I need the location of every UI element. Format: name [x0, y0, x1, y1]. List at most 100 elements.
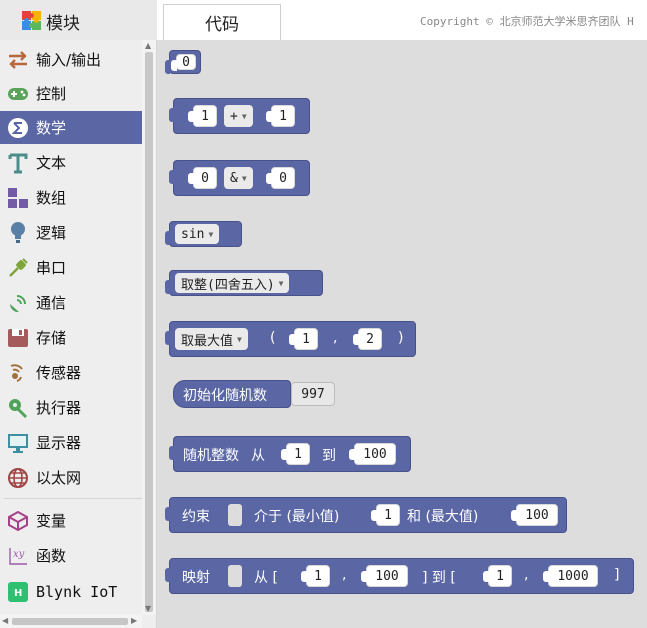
number-field[interactable]: 100 — [349, 443, 396, 465]
actuator-icon — [6, 396, 30, 420]
category-logic[interactable]: 逻辑 — [0, 216, 142, 249]
number-field[interactable]: 1 — [188, 105, 217, 127]
category-actuator[interactable]: 执行器 — [0, 391, 142, 424]
constrain-block[interactable]: 约束 介于 (最小值) 1 和 (最大值) 100 — [165, 497, 567, 533]
copyright-text: Copyright © 北京师范大学米思齐团队 H — [420, 15, 634, 28]
scroll-thumb[interactable] — [145, 52, 153, 612]
round-block[interactable]: 取整(四舍五入) ▼ — [165, 270, 323, 296]
number-field[interactable]: 1 — [281, 443, 310, 465]
trig-dropdown[interactable]: sin ▼ — [175, 224, 220, 244]
category-comm[interactable]: 通信 — [0, 286, 142, 319]
serial-plug-icon — [6, 256, 30, 280]
constrain-label: 约束 — [182, 509, 210, 525]
monitor-icon — [6, 431, 30, 455]
between-label: 介于 (最小值) — [254, 509, 340, 525]
category-ethernet[interactable]: 以太网 — [0, 461, 142, 494]
seed-field[interactable]: 997 — [291, 382, 335, 406]
scroll-left-icon[interactable]: ◀ — [2, 616, 8, 625]
category-storage[interactable]: 存储 — [0, 321, 142, 354]
variable-icon — [6, 509, 30, 533]
max-block[interactable]: 取最大值 ▼ ( 1 , 2 ) — [165, 321, 416, 357]
category-label: 数组 — [36, 189, 67, 207]
dropdown-arrow-icon: ▼ — [237, 334, 242, 344]
category-label: 变量 — [36, 512, 67, 530]
number-field[interactable]: 2 — [353, 328, 382, 350]
number-field[interactable]: 1000 — [543, 565, 598, 587]
randint-label: 随机整数 — [183, 448, 239, 464]
number-field[interactable]: 0 — [266, 167, 295, 189]
to-label: 到 — [322, 448, 336, 464]
tab-bar: 代码 Copyright © 北京师范大学米思齐团队 H — [157, 0, 647, 40]
category-math[interactable]: 数学 — [0, 111, 142, 144]
swap-arrows-icon — [6, 48, 30, 72]
tab-code[interactable]: 代码 — [163, 4, 281, 40]
category-label: 通信 — [36, 294, 67, 312]
number-field[interactable]: 100 — [511, 504, 558, 526]
value-slot[interactable] — [228, 565, 242, 587]
array-blocks-icon — [6, 186, 30, 210]
close-bracket: ] — [614, 567, 620, 583]
category-label: 数学 — [36, 119, 67, 137]
category-label: 执行器 — [36, 399, 82, 417]
category-array[interactable]: 数组 — [0, 181, 142, 214]
antenna-icon — [6, 291, 30, 315]
category-separator — [4, 498, 142, 499]
number-field[interactable]: 100 — [361, 565, 408, 587]
gamepad-icon — [6, 82, 30, 106]
category-label: Blynk IoT — [36, 582, 118, 601]
operator-dropdown[interactable]: + ▼ — [224, 105, 253, 127]
dropdown-arrow-icon: ▼ — [241, 111, 247, 121]
operator-label: + — [230, 108, 238, 124]
scroll-down-icon[interactable]: ▼ — [145, 604, 151, 613]
random-int-block[interactable]: 随机整数 从 1 到 100 — [169, 436, 411, 472]
category-blynk[interactable]: H Blynk IoT — [0, 575, 142, 608]
number-field[interactable]: 1 — [483, 565, 512, 587]
scroll-thumb[interactable] — [12, 618, 128, 625]
category-io[interactable]: 输入/输出 — [0, 43, 142, 76]
bitwise-block[interactable]: 0 & ▼ 0 — [169, 160, 310, 196]
svg-text:H: H — [14, 588, 22, 599]
number-field[interactable]: 1 — [266, 105, 295, 127]
toolbox-header: 模块 — [0, 0, 157, 40]
scroll-up-icon[interactable]: ▲ — [145, 41, 151, 50]
toolbox-vertical-scrollbar[interactable]: ▲ ▼ — [142, 40, 156, 615]
toolbox: 模块 输入/输出 控制 数学 文本 数组 逻辑 串口 通信 存储 传感器 执行器… — [0, 0, 157, 628]
number-field[interactable]: 1 — [289, 328, 318, 350]
number-field[interactable]: 0 — [188, 167, 217, 189]
category-control[interactable]: 控制 — [0, 77, 142, 110]
category-functions[interactable]: xy 函数 — [0, 539, 142, 572]
dropdown-arrow-icon: ▼ — [241, 173, 247, 183]
round-dropdown[interactable]: 取整(四舍五入) ▼ — [175, 273, 290, 293]
category-text[interactable]: 文本 — [0, 146, 142, 179]
toolbox-title: 模块 — [46, 14, 80, 34]
text-t-icon — [6, 151, 30, 175]
number-field[interactable]: 1 — [301, 565, 330, 587]
category-serial[interactable]: 串口 — [0, 251, 142, 284]
number-block[interactable]: 0 — [165, 50, 201, 74]
comma: , — [333, 330, 338, 346]
dropdown-arrow-icon: ▼ — [278, 278, 284, 288]
close-paren: ) — [398, 330, 404, 346]
max-label: 取最大值 — [181, 333, 234, 349]
puzzle-icon — [22, 11, 41, 30]
random-seed-block[interactable]: 初始化随机数 — [173, 380, 291, 408]
category-variables[interactable]: 变量 — [0, 504, 142, 537]
operator-dropdown[interactable]: & ▼ — [224, 167, 253, 189]
scroll-right-icon[interactable]: ▶ — [131, 616, 137, 625]
map-block[interactable]: 映射 从 [ 1 , 100 ] 到 [ 1 , 1000 ] — [165, 558, 634, 594]
trig-block[interactable]: sin ▼ — [165, 221, 242, 247]
value-slot[interactable] — [228, 504, 242, 526]
category-label: 存储 — [36, 329, 67, 347]
max-dropdown[interactable]: 取最大值 ▼ — [175, 328, 248, 350]
lightbulb-icon — [6, 221, 30, 245]
storage-icon — [6, 326, 30, 350]
category-display[interactable]: 显示器 — [0, 426, 142, 459]
arithmetic-block[interactable]: 1 + ▼ 1 — [169, 98, 310, 134]
category-sensor[interactable]: 传感器 — [0, 356, 142, 389]
number-field[interactable]: 0 — [171, 54, 196, 71]
category-label: 控制 — [36, 85, 67, 103]
comma: , — [342, 567, 347, 583]
open-paren: ( — [270, 330, 276, 346]
toolbox-horizontal-scrollbar[interactable]: ◀ ▶ — [0, 614, 142, 628]
number-field[interactable]: 1 — [371, 504, 400, 526]
